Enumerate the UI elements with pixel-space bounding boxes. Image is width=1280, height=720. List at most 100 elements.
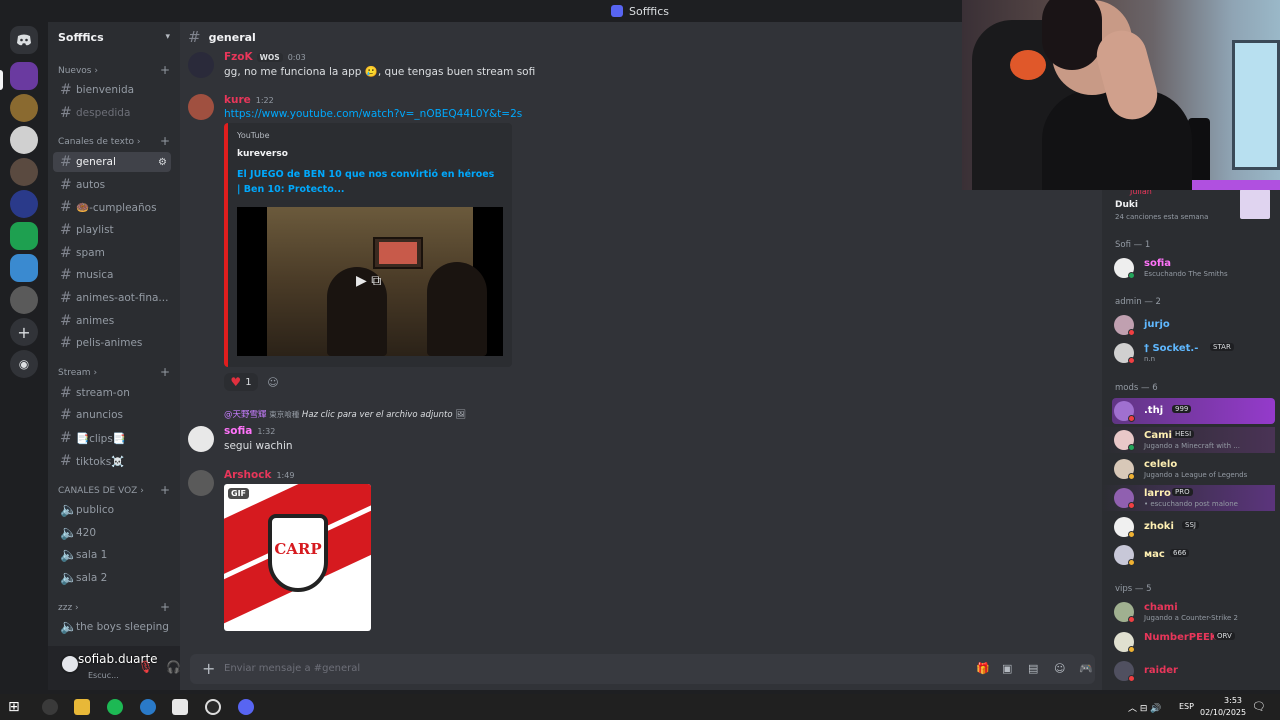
server-icon-3[interactable] [10, 126, 38, 154]
channel-stream-on[interactable]: # stream-on [53, 383, 171, 403]
clock-date[interactable]: 02/10/2025 [1200, 708, 1246, 717]
add-server-icon[interactable]: + [10, 318, 38, 346]
server-icon-7[interactable] [10, 254, 38, 282]
add-channel-icon[interactable]: + [160, 601, 170, 613]
server-icon-6[interactable] [10, 222, 38, 250]
channel-autos[interactable]: # autos [53, 175, 171, 195]
category-zzz[interactable]: zzz › + [58, 601, 170, 613]
edge-icon[interactable] [140, 699, 156, 715]
member-numberpeek[interactable]: NumberPEEK ORV [1102, 629, 1275, 655]
attach-plus-icon[interactable]: + [202, 659, 215, 678]
member-raider[interactable]: raider [1102, 658, 1275, 684]
chevron-down-icon: ▾ [165, 32, 170, 42]
gif-attachment[interactable]: CARP GIF [224, 484, 371, 631]
channel-tiktoks[interactable]: # tiktoks☠️ [53, 451, 171, 471]
category-texto[interactable]: Canales de texto › + [58, 135, 170, 147]
member-sofia[interactable]: sofia Escuchando The Smiths [1102, 255, 1275, 281]
category-stream[interactable]: Stream › + [58, 366, 170, 378]
channel-general[interactable]: # general ⚙ [53, 152, 171, 172]
category-nuevos[interactable]: Nuevos › + [58, 64, 170, 76]
message-author[interactable]: Arshock 1:49 [224, 469, 294, 481]
server-icon-5[interactable] [10, 190, 38, 218]
mic-muted-icon[interactable]: 🎙 [138, 660, 153, 674]
spotify-card[interactable]: Julian Duki 24 canciones esta semana [1108, 187, 1276, 225]
chrome-icon[interactable] [42, 699, 58, 715]
server-header[interactable]: Sofffics ▾ [48, 22, 180, 52]
server-icon-4[interactable] [10, 158, 38, 186]
sticker-icon[interactable]: ▤ [1028, 662, 1038, 675]
tray-icons[interactable]: ︿ ⊟ 🔊 [1128, 701, 1161, 714]
channel-cumpleanos[interactable]: # 🍩-cumpleaños [53, 197, 171, 217]
channel-musica[interactable]: # musica [53, 265, 171, 285]
channel-pelis-animes[interactable]: # pelis-animes [53, 333, 171, 353]
message-author[interactable]: kure 1:22 [224, 94, 274, 106]
channel-bienvenida[interactable]: # bienvenida [53, 80, 171, 100]
speaker-icon: 🔈 [60, 570, 78, 586]
voice-channel-publico[interactable]: 🔈 publico [53, 500, 171, 520]
voice-channel-sala-2[interactable]: 🔈 sala 2 [53, 568, 171, 588]
gif-picker-icon[interactable]: ▣ [1002, 662, 1012, 675]
member-chami[interactable]: chami Jugando a Counter-Strike 2 [1102, 599, 1275, 625]
headphones-icon[interactable]: 🎧 [166, 660, 181, 674]
channel-animes[interactable]: # animes [53, 311, 171, 331]
language-indicator[interactable]: ESP [1179, 702, 1194, 711]
embed-author[interactable]: kureverso [237, 149, 288, 159]
category-voz[interactable]: CANALES DE VOZ › + [58, 484, 170, 496]
message-composer[interactable]: + Enviar mensaje a #general 🎁 ▣ ▤ ☺ 🎮 [190, 654, 1095, 684]
discord-home-icon[interactable] [10, 26, 38, 54]
avatar[interactable] [188, 94, 214, 120]
server-rail: + ◉ [0, 22, 48, 690]
member-thj[interactable]: .thj 999 [1112, 398, 1275, 424]
server-icon-8[interactable] [10, 286, 38, 314]
avatar[interactable] [188, 52, 214, 78]
add-channel-icon[interactable]: + [160, 484, 170, 496]
add-channel-icon[interactable]: + [160, 366, 170, 378]
channel-playlist[interactable]: # playlist [53, 220, 171, 240]
invite-settings-icons[interactable]: ⚙ [158, 157, 167, 168]
avatar[interactable] [60, 654, 80, 674]
capcut-icon[interactable] [172, 699, 188, 715]
play-icon[interactable]: ▶ ⧉ [356, 273, 381, 289]
voice-channel-the-boys-sleeping[interactable]: 🔈 the boys sleeping [53, 617, 171, 637]
channel-spam[interactable]: # spam [53, 243, 171, 263]
channel-clips[interactable]: # 📑clips📑 [53, 428, 171, 448]
channel-anuncios[interactable]: # anuncios [53, 405, 171, 425]
emoji-icon[interactable]: ☺ [1054, 662, 1065, 675]
file-explorer-icon[interactable] [74, 699, 90, 715]
add-channel-icon[interactable]: + [160, 64, 170, 76]
add-channel-icon[interactable]: + [160, 135, 170, 147]
gift-icon[interactable]: 🎁 [976, 662, 990, 675]
spotify-icon[interactable] [107, 699, 123, 715]
message-author[interactable]: FzoK WOS 0:03 [224, 51, 306, 63]
server-icon-sofffics[interactable] [10, 62, 38, 90]
notification-icon[interactable]: 🗨 [1252, 700, 1266, 713]
message-author[interactable]: sofia 1:32 [224, 425, 275, 437]
member-cami[interactable]: Cami HESI Jugando a Minecraft with ... [1102, 427, 1275, 453]
windows-start-icon[interactable]: ⊞ [8, 699, 24, 715]
member-larro[interactable]: larro PRO • escuchando post malone [1102, 485, 1275, 511]
discord-taskbar-icon[interactable] [238, 699, 254, 715]
clock-time[interactable]: 3:53 [1200, 696, 1242, 705]
member-celelo[interactable]: celelo Jugando a League of Legends [1102, 456, 1275, 482]
reaction-heart[interactable]: ♥ 1 [224, 373, 258, 391]
embed-title[interactable]: El JUEGO de BEN 10 que nos convirtió en … [237, 167, 497, 197]
reply-preview[interactable]: @天野雪輝 東京喰種 Haz clic para ver el archivo … [224, 408, 466, 420]
explore-icon[interactable]: ◉ [10, 350, 38, 378]
video-thumbnail[interactable]: ▶ ⧉ [237, 207, 503, 356]
avatar[interactable] [188, 470, 214, 496]
channel-animes-aot[interactable]: # animes-aot-fina... [53, 288, 171, 308]
message-text: gg, no me funciona la app 🥲, que tengas … [224, 66, 536, 78]
voice-channel-420[interactable]: 🔈 420 [53, 523, 171, 543]
channel-despedida[interactable]: # despedida [53, 103, 171, 123]
obs-icon[interactable] [205, 699, 221, 715]
avatar[interactable] [188, 426, 214, 452]
member-jurjo[interactable]: jurjo [1102, 312, 1275, 338]
member-zhoki[interactable]: zhoki SSJ [1102, 514, 1275, 540]
voice-channel-sala-1[interactable]: 🔈 sala 1 [53, 545, 171, 565]
member-socket[interactable]: † Socket.- STAR n.n [1102, 340, 1275, 366]
games-icon[interactable]: 🎮 [1079, 662, 1093, 675]
member-mac[interactable]: мас 666 [1102, 542, 1275, 568]
server-icon-2[interactable] [10, 94, 38, 122]
message-link[interactable]: https://www.youtube.com/watch?v=_nOBEQ44… [224, 108, 522, 120]
add-reaction-icon[interactable]: ☺ [264, 373, 282, 391]
